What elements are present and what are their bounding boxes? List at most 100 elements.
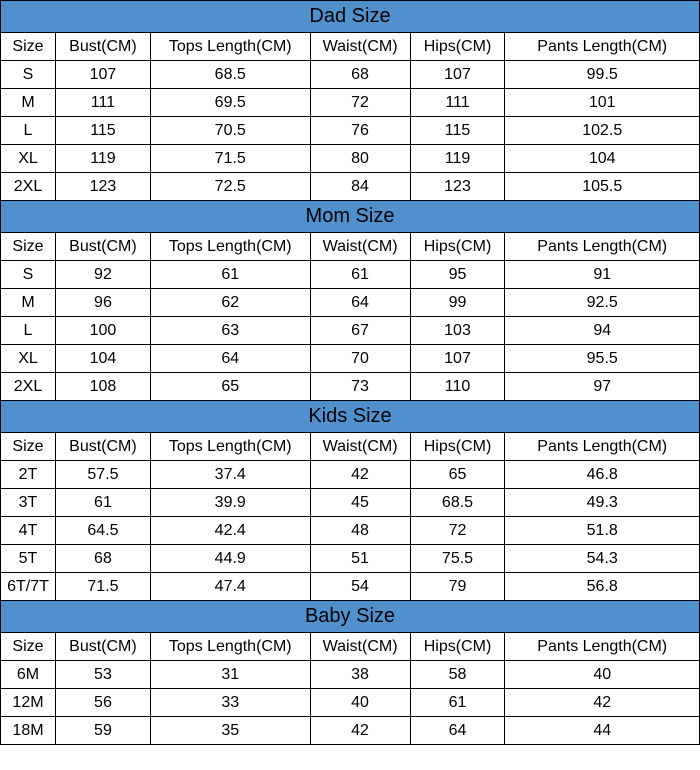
- cell-waist: 40: [310, 689, 410, 717]
- column-header-waist: Waist(CM): [310, 433, 410, 461]
- cell-bust: 119: [55, 145, 150, 173]
- cell-tops: 33: [150, 689, 310, 717]
- cell-tops: 42.4: [150, 517, 310, 545]
- table-row: XL104647010795.5: [1, 345, 700, 373]
- table-row: 2T57.537.4426546.8: [1, 461, 700, 489]
- cell-pants: 91: [505, 261, 700, 289]
- column-header-bust: Bust(CM): [55, 33, 150, 61]
- cell-size: L: [1, 117, 56, 145]
- section-title: Baby Size: [1, 601, 700, 633]
- table-row: 4T64.542.4487251.8: [1, 517, 700, 545]
- section-title: Dad Size: [1, 1, 700, 33]
- cell-hips: 64: [410, 717, 505, 745]
- table-row: 18M5935426444: [1, 717, 700, 745]
- cell-waist: 45: [310, 489, 410, 517]
- cell-waist: 42: [310, 717, 410, 745]
- column-header-tops-length: Tops Length(CM): [150, 633, 310, 661]
- cell-hips: 65: [410, 461, 505, 489]
- cell-bust: 64.5: [55, 517, 150, 545]
- cell-pants: 104: [505, 145, 700, 173]
- column-header-pants-length: Pants Length(CM): [505, 633, 700, 661]
- cell-bust: 96: [55, 289, 150, 317]
- table-row: L100636710394: [1, 317, 700, 345]
- cell-tops: 31: [150, 661, 310, 689]
- cell-waist: 84: [310, 173, 410, 201]
- cell-bust: 104: [55, 345, 150, 373]
- column-header-pants-length: Pants Length(CM): [505, 33, 700, 61]
- table-row: M11169.572111101: [1, 89, 700, 117]
- cell-hips: 72: [410, 517, 505, 545]
- cell-hips: 119: [410, 145, 505, 173]
- column-header-pants-length: Pants Length(CM): [505, 233, 700, 261]
- cell-pants: 92.5: [505, 289, 700, 317]
- cell-bust: 57.5: [55, 461, 150, 489]
- column-header-bust: Bust(CM): [55, 233, 150, 261]
- table-row: 6T/7T71.547.4547956.8: [1, 573, 700, 601]
- cell-hips: 58: [410, 661, 505, 689]
- cell-size: 6T/7T: [1, 573, 56, 601]
- cell-pants: 97: [505, 373, 700, 401]
- section-title: Kids Size: [1, 401, 700, 433]
- cell-waist: 61: [310, 261, 410, 289]
- table-row: 2XL108657311097: [1, 373, 700, 401]
- column-header-size: Size: [1, 33, 56, 61]
- cell-size: XL: [1, 145, 56, 173]
- cell-waist: 48: [310, 517, 410, 545]
- cell-bust: 100: [55, 317, 150, 345]
- cell-bust: 68: [55, 545, 150, 573]
- cell-tops: 71.5: [150, 145, 310, 173]
- cell-tops: 68.5: [150, 61, 310, 89]
- cell-size: 5T: [1, 545, 56, 573]
- cell-tops: 37.4: [150, 461, 310, 489]
- table-row: L11570.576115102.5: [1, 117, 700, 145]
- cell-pants: 105.5: [505, 173, 700, 201]
- table-row: XL11971.580119104: [1, 145, 700, 173]
- cell-waist: 70: [310, 345, 410, 373]
- cell-waist: 72: [310, 89, 410, 117]
- table-row: 6M5331385840: [1, 661, 700, 689]
- cell-size: 3T: [1, 489, 56, 517]
- cell-bust: 111: [55, 89, 150, 117]
- cell-bust: 61: [55, 489, 150, 517]
- column-header-tops-length: Tops Length(CM): [150, 33, 310, 61]
- cell-waist: 51: [310, 545, 410, 573]
- cell-bust: 115: [55, 117, 150, 145]
- column-header-tops-length: Tops Length(CM): [150, 433, 310, 461]
- table-row: 12M5633406142: [1, 689, 700, 717]
- cell-hips: 107: [410, 345, 505, 373]
- cell-hips: 111: [410, 89, 505, 117]
- cell-hips: 123: [410, 173, 505, 201]
- column-header-tops-length: Tops Length(CM): [150, 233, 310, 261]
- cell-size: 18M: [1, 717, 56, 745]
- table-row: M9662649992.5: [1, 289, 700, 317]
- cell-pants: 94: [505, 317, 700, 345]
- column-header-hips: Hips(CM): [410, 233, 505, 261]
- cell-tops: 64: [150, 345, 310, 373]
- cell-hips: 61: [410, 689, 505, 717]
- cell-size: 4T: [1, 517, 56, 545]
- column-header-hips: Hips(CM): [410, 433, 505, 461]
- cell-waist: 68: [310, 61, 410, 89]
- cell-size: 2XL: [1, 373, 56, 401]
- column-header-waist: Waist(CM): [310, 633, 410, 661]
- cell-waist: 54: [310, 573, 410, 601]
- cell-hips: 107: [410, 61, 505, 89]
- cell-size: L: [1, 317, 56, 345]
- cell-hips: 115: [410, 117, 505, 145]
- cell-bust: 108: [55, 373, 150, 401]
- cell-bust: 71.5: [55, 573, 150, 601]
- size-chart-table: Dad SizeSizeBust(CM)Tops Length(CM)Waist…: [0, 0, 700, 745]
- cell-size: XL: [1, 345, 56, 373]
- cell-bust: 53: [55, 661, 150, 689]
- cell-waist: 73: [310, 373, 410, 401]
- cell-tops: 69.5: [150, 89, 310, 117]
- cell-pants: 99.5: [505, 61, 700, 89]
- cell-tops: 61: [150, 261, 310, 289]
- cell-size: M: [1, 89, 56, 117]
- cell-hips: 95: [410, 261, 505, 289]
- cell-pants: 42: [505, 689, 700, 717]
- cell-tops: 63: [150, 317, 310, 345]
- cell-tops: 65: [150, 373, 310, 401]
- table-row: 2XL12372.584123105.5: [1, 173, 700, 201]
- cell-size: 6M: [1, 661, 56, 689]
